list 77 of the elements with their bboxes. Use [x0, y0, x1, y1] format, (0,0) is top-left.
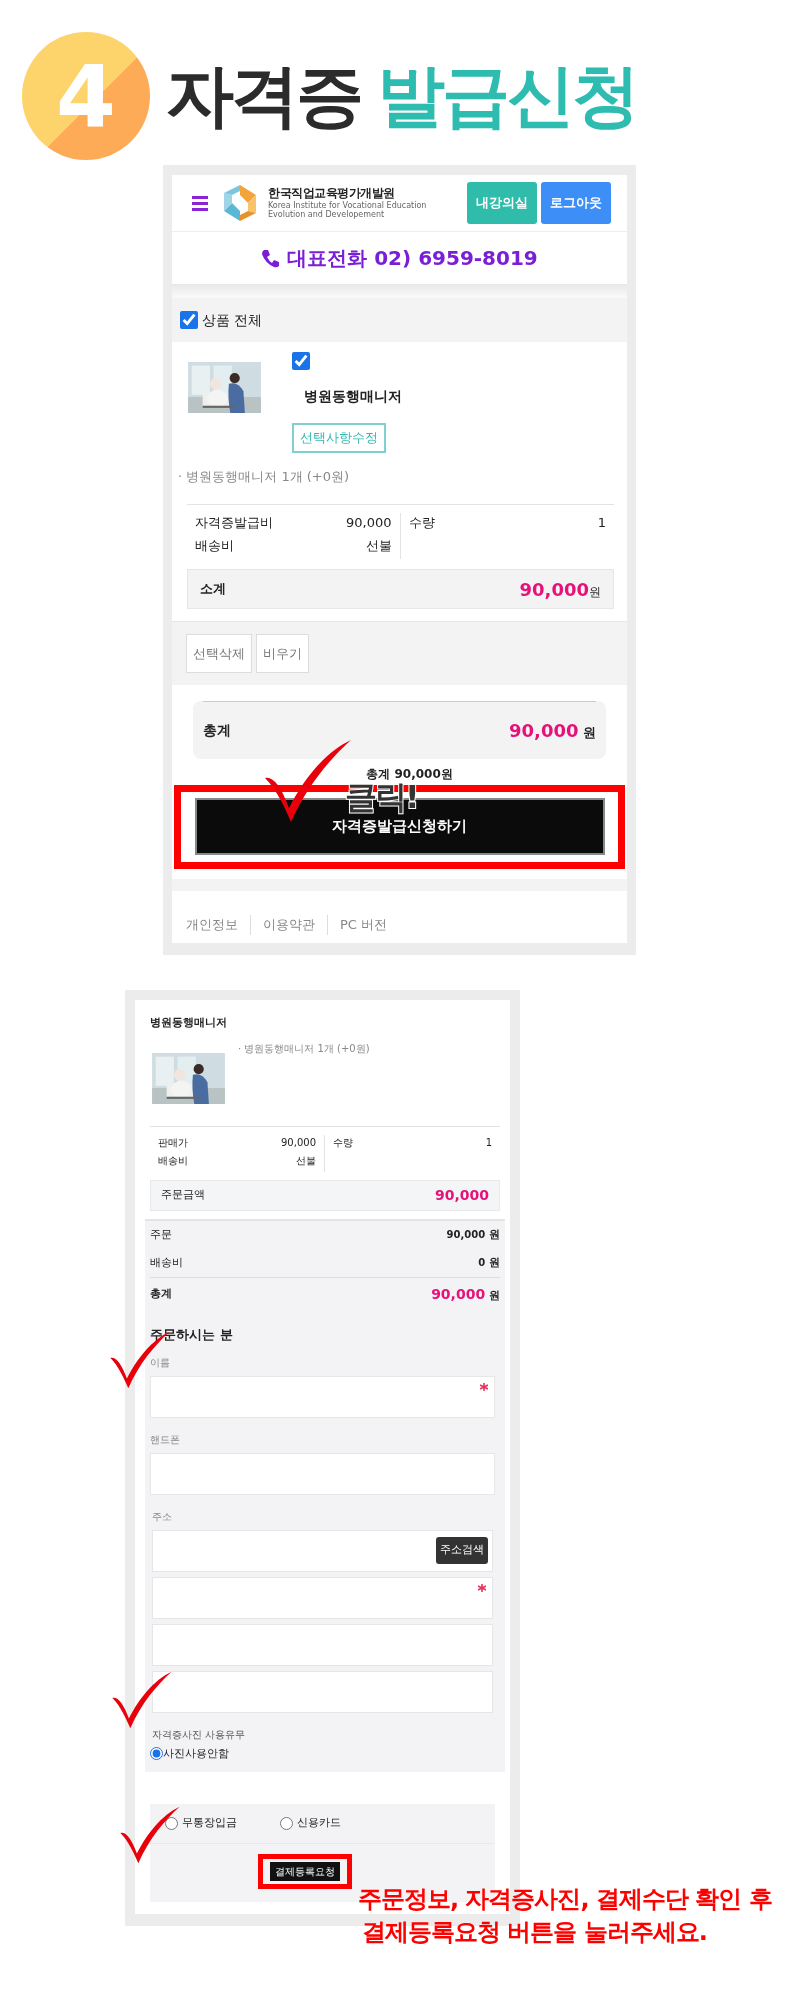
- detail-label: 배송비: [195, 536, 234, 555]
- currency-text: 원: [488, 1227, 500, 1241]
- option-text: · 병원동행매니저 1개 (+0원): [178, 467, 351, 486]
- summary-label: 배송비: [150, 1254, 183, 1271]
- logo-subtitle: Korea Institute for Vocational Education: [268, 200, 427, 210]
- input-field[interactable]: [152, 1576, 493, 1619]
- currency-text: 원: [488, 1289, 500, 1302]
- detail-value: 90,000: [281, 1136, 316, 1150]
- radio-label: 신용카드: [297, 1815, 341, 1832]
- item-checkbox[interactable]: [292, 352, 310, 370]
- order-amount-label: 주문금액: [161, 1187, 205, 1204]
- input-field[interactable]: [150, 1375, 495, 1418]
- footer-link[interactable]: 이용약관: [250, 915, 327, 935]
- subtotal-label: 소계: [200, 580, 226, 599]
- logo-text: 한국직업교육평가개발원: [268, 186, 396, 201]
- address-search-button[interactable]: 주소검색: [436, 1537, 488, 1564]
- total-amount: 90,000: [509, 720, 579, 741]
- phone-number: 대표전화 02) 6959-8019: [287, 245, 538, 272]
- checkbox-label: 상품 전체: [202, 310, 263, 330]
- heading-text: 자격증: [166, 62, 361, 130]
- summary-amount: 90,000: [446, 1228, 486, 1240]
- menu-icon: [192, 195, 208, 211]
- select-all-checkbox[interactable]: [180, 311, 198, 329]
- radio-label: 무통장입금: [182, 1815, 237, 1832]
- section-title: 주문하시는 분: [150, 1326, 234, 1344]
- summary-amount: 0: [478, 1256, 486, 1268]
- cart-action-button[interactable]: 선택삭제: [186, 633, 252, 674]
- heading-accent-text: 발급신청: [377, 62, 637, 130]
- instruction-text: 결제등록요청 버튼을 눌러주세요.: [362, 1917, 708, 1949]
- submit-button[interactable]: 결제등록요청: [270, 1862, 340, 1881]
- detail-label: 수량: [408, 514, 435, 532]
- total-amount: 90,000: [431, 1286, 486, 1302]
- field-label: 이름: [150, 1355, 171, 1370]
- total-label: 총계: [150, 1286, 172, 1303]
- product-name: 병원동행매니저: [304, 387, 402, 406]
- product-name: 병원동행매니저: [149, 1014, 228, 1031]
- field-label: 주소: [152, 1509, 173, 1524]
- input-field[interactable]: [152, 1670, 493, 1713]
- order-amount: 90,000: [434, 1186, 489, 1205]
- currency-text: 원: [488, 1255, 500, 1269]
- total-label: 총계: [203, 721, 231, 740]
- total-summary-text: 총계 90,000원: [366, 767, 453, 781]
- phone-icon: [261, 248, 280, 268]
- radio-label: 사진사용안함: [163, 1745, 229, 1762]
- logo-icon: [222, 185, 258, 221]
- input-field[interactable]: [150, 1452, 495, 1495]
- cart-action-button[interactable]: 비우기: [256, 633, 309, 674]
- detail-value: 선불: [296, 1154, 316, 1168]
- currency-text: 원: [582, 725, 596, 740]
- field-label: 자격증사진 사용유무: [152, 1727, 247, 1742]
- detail-value: 선불: [365, 536, 392, 555]
- input-field[interactable]: 주소검색: [152, 1529, 493, 1572]
- radio-button[interactable]: [150, 1747, 163, 1761]
- currency-text: 원: [589, 584, 601, 599]
- detail-value: 1: [597, 514, 606, 532]
- detail-label: 자격증발급비: [195, 514, 273, 532]
- detail-label: 판매가: [158, 1136, 188, 1150]
- detail-value: 90,000: [346, 514, 392, 532]
- detail-label: 수량: [333, 1136, 353, 1150]
- edit-options-button[interactable]: 선택사항수정: [292, 423, 386, 453]
- summary-label: 주문: [150, 1226, 172, 1243]
- checkmark-icon: [119, 1804, 181, 1865]
- detail-value: 1: [485, 1136, 492, 1150]
- detail-label: 배송비: [158, 1154, 188, 1168]
- radio-button[interactable]: [165, 1817, 178, 1830]
- subtotal-amount: 90,000: [519, 578, 589, 600]
- radio-button[interactable]: [280, 1817, 293, 1830]
- step-number: 4: [22, 32, 150, 160]
- input-field[interactable]: [152, 1623, 493, 1666]
- logo-subtitle: Evolution and Developement: [268, 210, 386, 220]
- header-button[interactable]: 로그아웃: [541, 182, 611, 224]
- footer-link[interactable]: 개인정보: [186, 915, 250, 935]
- checkmark-icon: [111, 1669, 173, 1730]
- footer-link[interactable]: PC 버전: [327, 915, 400, 935]
- instruction-text: 주문정보, 자격증사진, 결제수단 확인 후: [358, 1883, 772, 1915]
- field-label: 핸드폰: [150, 1432, 181, 1447]
- option-text: · 병원동행매니저 1개 (+0원): [238, 1042, 370, 1056]
